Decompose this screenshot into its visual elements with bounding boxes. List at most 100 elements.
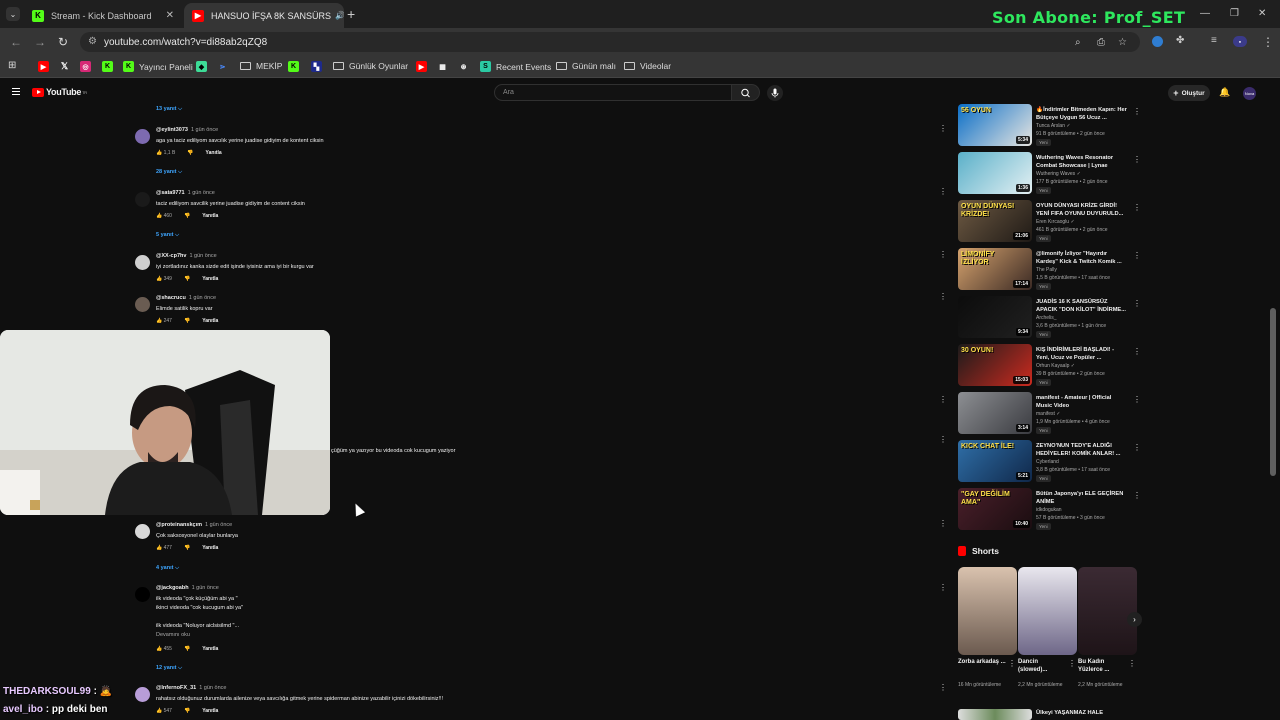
- notifications-bell-icon[interactable]: 🔔: [1219, 87, 1230, 98]
- comment-author[interactable]: @shacrucu 1 gün önce: [156, 295, 216, 301]
- new-tab-icon[interactable]: +: [347, 6, 355, 22]
- tab-youtube-video[interactable]: ▶ HANSUO İFŞA 8K SANSÜRS 🔊 ✕: [184, 3, 344, 28]
- more-actions-icon[interactable]: ⋮: [1133, 251, 1141, 260]
- recommendation-card[interactable]: 30 OYUN! 15:03 KIŞ İNDİRİMLERİ BAŞLADI! - …: [958, 344, 1141, 388]
- more-actions-icon[interactable]: ⋮: [1008, 659, 1016, 668]
- bookmark-folder-videolar[interactable]: Videolar: [624, 61, 671, 71]
- more-actions-icon[interactable]: ⋮: [1133, 443, 1141, 452]
- bookmark-folder-gunun-mali[interactable]: Günün malı: [556, 61, 616, 71]
- video-title[interactable]: ZEYNO'NUN TEDY'E ALDIĞI HEDİYELER! KOMİK…: [1036, 442, 1128, 458]
- recommendation-card[interactable]: 56 OYUN 5:34 🔥İndirimler Bitmeden Kapın: H…: [958, 104, 1141, 148]
- video-title[interactable]: 🔥İndirimler Bitmeden Kapın: Her Bütçeye …: [1036, 106, 1128, 122]
- like-button[interactable]: 👍 1,1 B: [156, 150, 175, 156]
- comment-author[interactable]: @sata9771 1 gün önce: [156, 190, 215, 196]
- channel-name[interactable]: manifest ✓: [1036, 411, 1060, 417]
- bookmark-kick[interactable]: K: [102, 61, 118, 72]
- bookmark-x[interactable]: 𝕏: [59, 61, 75, 72]
- reply-button[interactable]: Yanıtla: [202, 318, 218, 324]
- tab-search-icon[interactable]: ⌄: [6, 7, 20, 21]
- avatar[interactable]: [135, 255, 150, 270]
- window-close-icon[interactable]: ✕: [1258, 8, 1266, 19]
- recommendation-card[interactable]: KICK CHAT İLE! 5:21 ZEYNO'NUN TEDY'E ALDIĞ…: [958, 440, 1141, 484]
- bookmark-app-4[interactable]: ▦: [437, 61, 453, 72]
- bookmark-star-icon[interactable]: ☆: [1118, 37, 1127, 48]
- account-avatar[interactable]: Nova: [1243, 87, 1256, 100]
- dislike-icon[interactable]: 👎: [184, 708, 190, 714]
- video-thumbnail[interactable]: 1:36: [958, 152, 1032, 194]
- comment-author[interactable]: @InfernoFX_31 1 gün önce: [156, 685, 226, 691]
- video-thumbnail[interactable]: 56 OYUN 5:34: [958, 104, 1032, 146]
- apps-grid-icon[interactable]: ⊞: [8, 60, 16, 71]
- minimize-icon[interactable]: —: [1200, 8, 1210, 19]
- dislike-icon[interactable]: 👎: [187, 150, 193, 156]
- video-title[interactable]: KIŞ İNDİRİMLERİ BAŞLADI! - Yeni, Ucuz ve…: [1036, 346, 1128, 362]
- replies-toggle[interactable]: 4 yanıt ⌵: [156, 565, 179, 572]
- bookmark-app-2[interactable]: ⋗: [217, 61, 233, 72]
- youtube-logo[interactable]: YouTube TR: [32, 87, 87, 97]
- avatar[interactable]: [135, 297, 150, 312]
- more-actions-icon[interactable]: ⋮: [939, 250, 947, 259]
- reply-button[interactable]: Yanıtla: [202, 276, 218, 282]
- avatar[interactable]: [135, 192, 150, 207]
- replies-toggle[interactable]: 12 yanıt ⌵: [156, 665, 182, 672]
- more-actions-icon[interactable]: ⋮: [1133, 155, 1141, 164]
- video-title[interactable]: Wuthering Waves Resonator Combat Showcas…: [1036, 154, 1128, 170]
- more-actions-icon[interactable]: ⋮: [939, 583, 947, 592]
- dislike-icon[interactable]: 👎: [184, 545, 190, 551]
- like-button[interactable]: 👍 455: [156, 646, 172, 652]
- profile-icon[interactable]: ●: [1233, 36, 1247, 47]
- reply-button[interactable]: Yanıtla: [202, 646, 218, 652]
- video-thumbnail[interactable]: 30 OYUN! 15:03: [958, 344, 1032, 386]
- site-info-icon[interactable]: ⚙: [88, 36, 97, 47]
- video-title[interactable]: @limonify İzliyor "Hayırdır Kardeş" Kick…: [1036, 250, 1128, 266]
- short-title[interactable]: Bu Kadın Yüzlerce ...: [1078, 658, 1126, 674]
- recommendation-card[interactable]: OYUN DÜNYASI KRİZDE! 21:06 OYUN DÜNYASI KR…: [958, 200, 1141, 244]
- recommendation-card[interactable]: 1:36 Wuthering Waves Resonator Combat Sho…: [958, 152, 1141, 196]
- bookmark-kick-2[interactable]: K: [288, 61, 304, 72]
- search-button[interactable]: [732, 84, 760, 101]
- install-icon[interactable]: ⎙: [1097, 37, 1105, 48]
- avatar[interactable]: [135, 524, 150, 539]
- dislike-icon[interactable]: 👎: [184, 213, 190, 219]
- channel-name[interactable]: Archelis_: [1036, 315, 1057, 321]
- video-title[interactable]: OYUN DÜNYASI KRİZE GİRDİ! YENİ FIFA OYUN…: [1036, 202, 1128, 218]
- replies-toggle[interactable]: 5 yanıt ⌵: [156, 232, 179, 239]
- more-actions-icon[interactable]: ⋮: [939, 395, 947, 404]
- bookmark-youtube-2[interactable]: ▶: [416, 61, 432, 72]
- tab-kick-dashboard[interactable]: K Stream - Kick Dashboard ✕: [24, 3, 182, 28]
- channel-name[interactable]: Cyberland: [1036, 459, 1059, 465]
- more-actions-icon[interactable]: ⋮: [1133, 107, 1141, 116]
- more-actions-icon[interactable]: ⋮: [1133, 395, 1141, 404]
- video-title[interactable]: manifest - Amateur | Official Music Vide…: [1036, 394, 1128, 410]
- extensions-puzzle-icon[interactable]: ✤: [1176, 35, 1184, 46]
- chevron-right-icon[interactable]: ›: [1127, 612, 1142, 627]
- voice-search-button[interactable]: [767, 85, 783, 101]
- more-actions-icon[interactable]: ⋮: [939, 435, 947, 444]
- speaker-icon[interactable]: 🔊: [335, 11, 344, 20]
- channel-name[interactable]: Wuthering Waves ✓: [1036, 171, 1081, 177]
- back-icon[interactable]: ←: [10, 35, 22, 49]
- recommendation-card[interactable]: "GAY DEĞİLİM AMA" 10:40 Bütün Japonya'yı E…: [958, 488, 1141, 532]
- video-thumbnail[interactable]: 9:34: [958, 296, 1032, 338]
- channel-name[interactable]: Tunca Arslan ✓: [1036, 123, 1071, 129]
- channel-name[interactable]: The Pally: [1036, 267, 1057, 273]
- recommendation-card[interactable]: LİMONİFY İZLİYOR 17:14 @limonify İzliyor "…: [958, 248, 1141, 292]
- forward-icon[interactable]: →: [34, 35, 46, 49]
- more-actions-icon[interactable]: ⋮: [1128, 659, 1136, 668]
- short-title[interactable]: Dancin (slowed)...: [1018, 658, 1066, 674]
- channel-name[interactable]: Orhun Kayaalp ✓: [1036, 363, 1075, 369]
- more-actions-icon[interactable]: ⋮: [1068, 659, 1076, 668]
- recommendation-card[interactable]: 3:14 manifest - Amateur | Official Music …: [958, 392, 1141, 436]
- more-actions-icon[interactable]: ⋮: [939, 187, 947, 196]
- media-controls-icon[interactable]: ≡: [1211, 35, 1217, 46]
- recommendation-card[interactable]: 9:34 JUADİS 16 K SANSÜRSÜZ APACIK "DON Kİ…: [958, 296, 1141, 340]
- video-title[interactable]: Ülkeyi YAŞANMAZ HALE: [1036, 710, 1103, 716]
- dislike-icon[interactable]: 👎: [184, 318, 190, 324]
- video-thumbnail[interactable]: "GAY DEĞİLİM AMA" 10:40: [958, 488, 1032, 530]
- zoom-icon[interactable]: ⌕: [1075, 37, 1081, 48]
- like-button[interactable]: 👍 247: [156, 318, 172, 324]
- hamburger-menu-icon[interactable]: [12, 88, 20, 95]
- more-actions-icon[interactable]: ⋮: [1133, 347, 1141, 356]
- short-thumbnail[interactable]: [1018, 567, 1077, 655]
- bookmark-instagram[interactable]: ◎: [80, 61, 96, 72]
